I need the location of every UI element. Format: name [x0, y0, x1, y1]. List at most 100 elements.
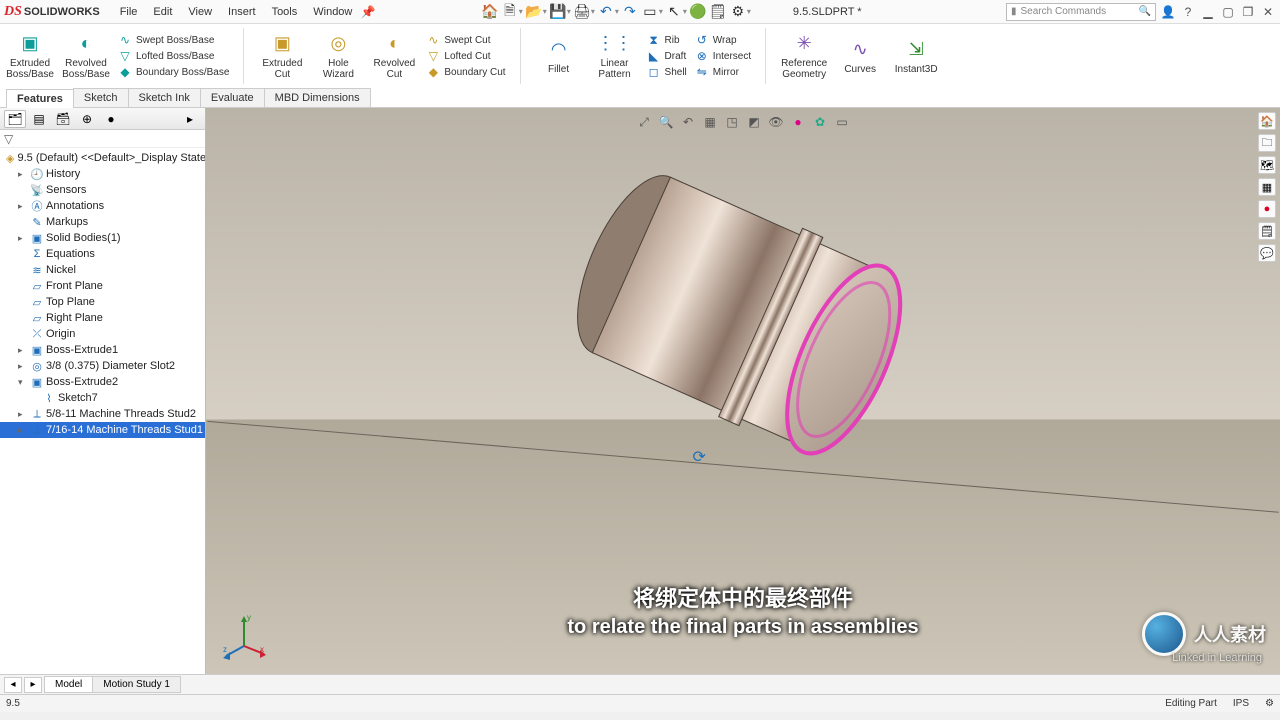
ref-geom-button[interactable]: ✳Reference Geometry [780, 32, 828, 80]
tree-row[interactable]: ▸▣Boss-Extrude1 [0, 342, 205, 358]
rebuild-icon[interactable]: 🟢 [689, 3, 707, 21]
filter-bar[interactable]: ▽ [0, 130, 205, 148]
tree-caret-icon[interactable]: ▸ [18, 201, 28, 212]
open-icon[interactable]: 📂 [525, 3, 543, 21]
boundary-boss-button[interactable]: ◆Boundary Boss/Base [118, 65, 229, 79]
login-icon[interactable]: 👤 [1160, 4, 1176, 20]
tree-row[interactable]: ⤫Origin [0, 326, 205, 342]
menu-view[interactable]: View [180, 6, 220, 18]
tab-sketch[interactable]: Sketch [73, 88, 129, 107]
property-manager-tab-icon[interactable]: ▤ [28, 110, 50, 128]
curves-button[interactable]: ∿Curves [836, 38, 884, 75]
tree-caret-icon[interactable]: ▸ [18, 345, 28, 356]
tree-row[interactable]: 📡Sensors [0, 182, 205, 198]
taskpane-design-lib-icon[interactable]: 🗀 [1258, 134, 1276, 152]
tree-row[interactable]: ▾▣Boss-Extrude2 [0, 374, 205, 390]
shell-button[interactable]: ◻Shell [647, 65, 687, 79]
tree-caret-icon[interactable]: ▾ [18, 377, 28, 388]
tree-row[interactable]: ≋Nickel [0, 262, 205, 278]
tree-row[interactable]: ▸▣Solid Bodies(1) [0, 230, 205, 246]
tab-motion-study[interactable]: Motion Study 1 [92, 676, 181, 693]
swept-boss-button[interactable]: ∿Swept Boss/Base [118, 33, 229, 47]
tree-row[interactable]: ▱Right Plane [0, 310, 205, 326]
tree-caret-icon[interactable]: ▸ [18, 361, 28, 372]
taskpane-forum-icon[interactable]: 💬 [1258, 244, 1276, 262]
tree-caret-icon[interactable]: ▸ [18, 425, 28, 436]
tree-caret-icon[interactable]: ▸ [18, 233, 28, 244]
tree-caret-icon[interactable]: ▸ [18, 409, 28, 420]
tab-evaluate[interactable]: Evaluate [200, 88, 265, 107]
minimize-icon[interactable]: ▁ [1200, 4, 1216, 20]
tree-row[interactable]: ▱Top Plane [0, 294, 205, 310]
new-doc-icon[interactable]: 🗎 [501, 3, 519, 21]
boundary-cut-button[interactable]: ◆Boundary Cut [426, 65, 505, 79]
taskpane-props-icon[interactable]: 🗒 [1258, 222, 1276, 240]
tab-nav-prev-icon[interactable]: ◂ [4, 677, 22, 693]
tab-sketch-ink[interactable]: Sketch Ink [128, 88, 201, 107]
lofted-boss-button[interactable]: ▽Lofted Boss/Base [118, 49, 229, 63]
taskpane-home-icon[interactable]: 🏠 [1258, 112, 1276, 130]
print-icon[interactable]: 🖨 [573, 3, 591, 21]
instant3d-button[interactable]: ⇲Instant3D [892, 38, 940, 75]
close-icon[interactable]: ✕ [1260, 4, 1276, 20]
tree-row[interactable]: ΣEquations [0, 246, 205, 262]
graphics-viewport[interactable]: ⤢ 🔍 ↶ ▦ ◳ ◩ 👁 ● ✿ ▭ [206, 108, 1280, 674]
fillet-button[interactable]: ◠Fillet [535, 38, 583, 75]
hole-wizard-button[interactable]: ◎Hole Wizard [314, 32, 362, 80]
linear-pattern-button[interactable]: ⋮⋮Linear Pattern [591, 32, 639, 80]
tree-row[interactable]: ▸◎3/8 (0.375) Diameter Slot2 [0, 358, 205, 374]
pin-icon[interactable]: 📌 [360, 4, 376, 20]
manager-split-icon[interactable]: ▸ [179, 110, 201, 128]
undo-icon[interactable]: ↶ [597, 3, 615, 21]
home-icon[interactable]: 🏠 [481, 3, 499, 21]
tab-mbd[interactable]: MBD Dimensions [264, 88, 371, 107]
feature-manager-tab-icon[interactable]: 🗂 [4, 110, 26, 128]
lofted-cut-button[interactable]: ▽Lofted Cut [426, 49, 505, 63]
tree-row[interactable]: ▸🕘History [0, 166, 205, 182]
config-manager-tab-icon[interactable]: 🗃 [52, 110, 74, 128]
select-icon[interactable]: ▭ [641, 3, 659, 21]
menu-insert[interactable]: Insert [220, 6, 264, 18]
revolved-boss-button[interactable]: ◐ Revolved Boss/Base [62, 32, 110, 80]
dimxpert-tab-icon[interactable]: ⊕ [76, 110, 98, 128]
display-manager-tab-icon[interactable]: ● [100, 110, 122, 128]
restore-icon[interactable]: ▢ [1220, 4, 1236, 20]
redo-icon[interactable]: ↷ [621, 3, 639, 21]
wrap-button[interactable]: ↺Wrap [695, 33, 751, 47]
taskpane-appearance-icon[interactable]: ● [1258, 200, 1276, 218]
tree-row[interactable]: ▱Front Plane [0, 278, 205, 294]
menu-edit[interactable]: Edit [145, 6, 180, 18]
cursor-icon[interactable]: ↖ [665, 3, 683, 21]
extruded-cut-button[interactable]: ▣Extruded Cut [258, 32, 306, 80]
help-icon[interactable]: ? [1180, 4, 1196, 20]
intersect-button[interactable]: ⊗Intersect [695, 49, 751, 63]
extruded-boss-button[interactable]: ▣ Extruded Boss/Base [6, 32, 54, 80]
tab-nav-next-icon[interactable]: ▸ [24, 677, 42, 693]
rib-button[interactable]: ⧗Rib [647, 33, 687, 47]
tree-root[interactable]: ◈ 9.5 (Default) <<Default>_Display State… [0, 150, 205, 166]
save-icon[interactable]: 💾 [549, 3, 567, 21]
tree-row[interactable]: ▸⟂7/16-14 Machine Threads Stud1 [0, 422, 205, 438]
tree-row[interactable]: ▸ⒶAnnotations [0, 198, 205, 214]
menu-tools[interactable]: Tools [264, 6, 306, 18]
menu-window[interactable]: Window [305, 6, 360, 18]
mirror-button[interactable]: ⇋Mirror [695, 65, 751, 79]
taskpane-view-palette-icon[interactable]: ▦ [1258, 178, 1276, 196]
tree-row[interactable]: ⌇Sketch7 [0, 390, 205, 406]
menu-file[interactable]: File [112, 6, 146, 18]
taskpane-explorer-icon[interactable]: 🗺 [1258, 156, 1276, 174]
tree-caret-icon[interactable]: ▸ [18, 169, 28, 180]
tab-features[interactable]: Features [6, 89, 74, 108]
options-icon[interactable]: ⚙ [729, 3, 747, 21]
draft-button[interactable]: ◣Draft [647, 49, 687, 63]
props-icon[interactable]: 🗒 [709, 3, 727, 21]
feature-tree[interactable]: ◈ 9.5 (Default) <<Default>_Display State… [0, 148, 205, 674]
tree-row[interactable]: ▸⟂5/8-11 Machine Threads Stud2 [0, 406, 205, 422]
tab-model[interactable]: Model [44, 676, 93, 693]
status-custom-icon[interactable]: ⚙ [1265, 698, 1274, 709]
swept-cut-button[interactable]: ∿Swept Cut [426, 33, 505, 47]
orientation-triad[interactable]: y x z [220, 612, 268, 660]
tree-row[interactable]: ✎Markups [0, 214, 205, 230]
revolved-cut-button[interactable]: ◐Revolved Cut [370, 32, 418, 80]
restore2-icon[interactable]: ❐ [1240, 4, 1256, 20]
